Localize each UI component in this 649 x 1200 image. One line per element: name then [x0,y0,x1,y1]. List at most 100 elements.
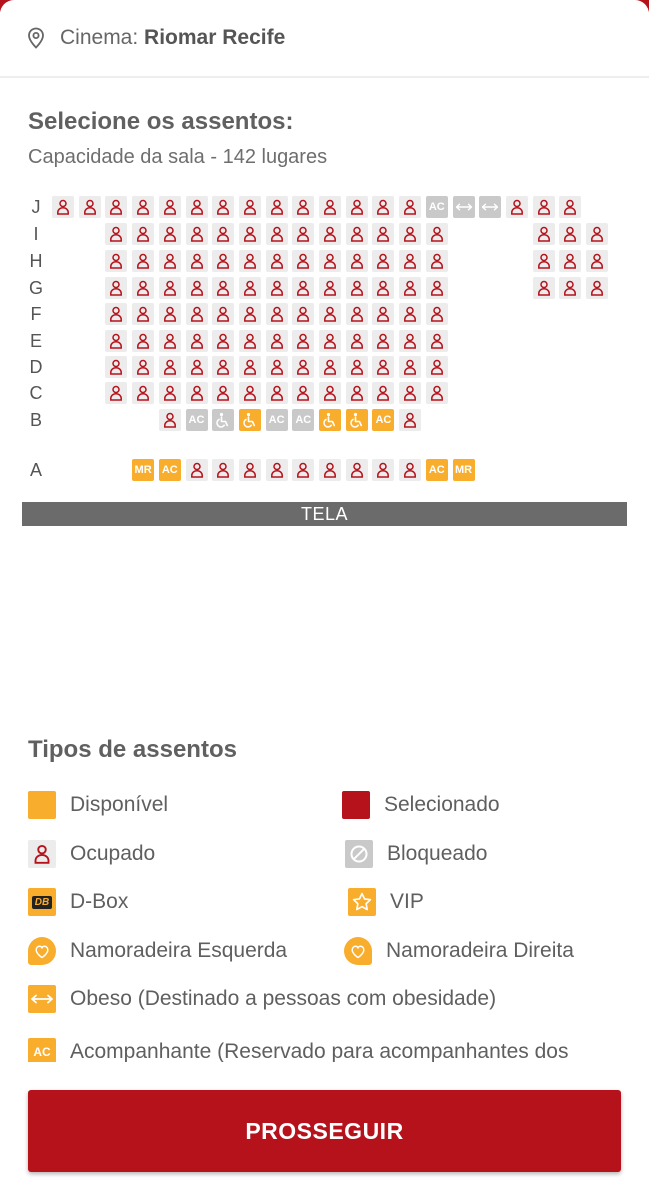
seat-occupied[interactable] [345,382,368,404]
seat-occupied[interactable] [185,330,208,352]
seat-occupied[interactable] [425,277,448,299]
seat-occupied[interactable] [399,356,422,378]
seat-occupied[interactable] [292,277,315,299]
seat-obese-blocked[interactable] [479,196,502,218]
seat-occupied[interactable] [586,250,608,272]
seat-occupied[interactable] [238,303,261,325]
seat-occupied[interactable] [399,196,422,218]
seat-wheelchair[interactable] [238,409,261,431]
seat-occupied[interactable] [425,330,448,352]
seat-occupied[interactable] [105,196,128,218]
seat-occupied[interactable] [265,250,288,272]
seat-occupied[interactable] [238,356,261,378]
seat-occupied[interactable] [345,330,368,352]
seat-occupied[interactable] [132,196,155,218]
seat-occupied[interactable] [372,382,395,404]
seat-occupied[interactable] [158,277,181,299]
seat-occupied[interactable] [532,250,555,272]
seat-occupied[interactable] [292,303,315,325]
seat-occupied[interactable] [292,356,315,378]
seat-occupied[interactable] [238,330,261,352]
seat-occupied[interactable] [505,196,528,218]
seat-occupied[interactable] [158,303,181,325]
seat-ac[interactable]: AC [425,196,448,218]
seat-occupied[interactable] [292,223,315,245]
seat-occupied[interactable] [265,277,288,299]
seat-occupied[interactable] [292,250,315,272]
seat-occupied[interactable] [265,303,288,325]
seat-occupied[interactable] [132,250,155,272]
seat-ac[interactable]: AC [158,459,181,481]
seat-occupied[interactable] [345,459,368,481]
seat-occupied[interactable] [559,250,582,272]
seat-occupied[interactable] [399,409,422,431]
seat-occupied[interactable] [372,356,395,378]
seat-occupied[interactable] [238,223,261,245]
seat-occupied[interactable] [559,196,582,218]
seat-occupied[interactable] [132,223,155,245]
seat-occupied[interactable] [372,330,395,352]
seat-occupied[interactable] [265,223,288,245]
seat-occupied[interactable] [425,382,448,404]
seat-occupied[interactable] [265,196,288,218]
seat-occupied[interactable] [158,196,181,218]
seat-occupied[interactable] [586,277,608,299]
seat-occupied[interactable] [319,459,341,481]
seat-ac[interactable]: AC [185,409,208,431]
seat-occupied[interactable] [105,277,128,299]
seat-occupied[interactable] [158,356,181,378]
seat-occupied[interactable] [559,277,582,299]
seat-occupied[interactable] [158,250,181,272]
seat-occupied[interactable] [319,196,341,218]
seat-occupied[interactable] [319,277,341,299]
seat-occupied[interactable] [372,223,395,245]
seat-occupied[interactable] [372,250,395,272]
seat-occupied[interactable] [105,356,128,378]
seat-occupied[interactable] [265,382,288,404]
seat-occupied[interactable] [185,196,208,218]
seat-occupied[interactable] [78,196,101,218]
seat-occupied[interactable] [158,382,181,404]
seat-occupied[interactable] [345,277,368,299]
seat-obese-blocked[interactable] [452,196,475,218]
seat-occupied[interactable] [319,330,341,352]
seat-occupied[interactable] [212,356,235,378]
seat-occupied[interactable] [185,303,208,325]
seat-occupied[interactable] [132,303,155,325]
seat-occupied[interactable] [185,459,208,481]
seat-wheelchair[interactable] [212,409,235,431]
seat-occupied[interactable] [372,196,395,218]
seat-occupied[interactable] [399,277,422,299]
seat-occupied[interactable] [132,277,155,299]
seat-occupied[interactable] [132,356,155,378]
seat-occupied[interactable] [345,196,368,218]
seat-occupied[interactable] [532,196,555,218]
seat-occupied[interactable] [238,382,261,404]
seat-occupied[interactable] [345,356,368,378]
seat-occupied[interactable] [185,356,208,378]
seat-occupied[interactable] [399,382,422,404]
seat-occupied[interactable] [319,250,341,272]
seat-occupied[interactable] [372,303,395,325]
seat-occupied[interactable] [345,303,368,325]
seat-occupied[interactable] [105,303,128,325]
seat-occupied[interactable] [238,250,261,272]
seat-occupied[interactable] [212,330,235,352]
seat-occupied[interactable] [319,382,341,404]
seat-occupied[interactable] [158,330,181,352]
seat-occupied[interactable] [425,356,448,378]
seat-occupied[interactable] [319,223,341,245]
seat-occupied[interactable] [185,277,208,299]
seat-occupied[interactable] [292,459,315,481]
seat-occupied[interactable] [292,196,315,218]
seat-occupied[interactable] [265,330,288,352]
seat-mr[interactable]: MR [132,459,155,481]
seat-occupied[interactable] [238,196,261,218]
seat-occupied[interactable] [265,356,288,378]
seat-occupied[interactable] [185,382,208,404]
seat-ac[interactable]: AC [265,409,288,431]
seat-occupied[interactable] [586,223,608,245]
seat-occupied[interactable] [292,330,315,352]
seat-occupied[interactable] [372,277,395,299]
seat-occupied[interactable] [425,250,448,272]
